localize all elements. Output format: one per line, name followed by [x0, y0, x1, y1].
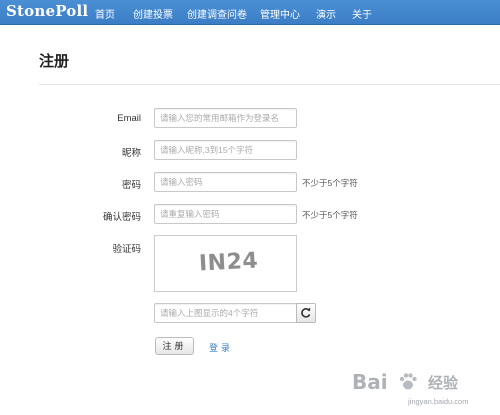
- title-divider: [39, 84, 500, 85]
- top-navbar: StonePoll 首页 创建投票 创建调查问卷 管理中心 演示 关于: [0, 0, 500, 25]
- paw-icon: [399, 373, 417, 390]
- register-submit-button[interactable]: 注册: [155, 337, 194, 355]
- baidu-jingyan-watermark: Bai 经验 jingyan.baidu.com: [352, 366, 500, 415]
- password-field[interactable]: 请输入密码: [154, 172, 297, 192]
- nickname-label: 昵称: [121, 148, 141, 159]
- page-title: 注册: [39, 53, 70, 70]
- watermark-brand: Bai: [352, 370, 388, 394]
- captcha-field[interactable]: 请输入上图显示的4个字符: [154, 303, 297, 323]
- refresh-icon: [301, 307, 311, 318]
- nav-item-home[interactable]: 首页: [95, 6, 115, 21]
- nickname-field[interactable]: 请输入昵称,3到15个字符: [154, 140, 297, 160]
- captcha-image[interactable]: IN24: [154, 235, 297, 292]
- password-hint: 不少于5个字符: [302, 178, 358, 188]
- email-field[interactable]: 请输入您的常用邮箱作为登录名: [154, 108, 297, 128]
- login-link[interactable]: 登录: [209, 341, 233, 354]
- captcha-text: IN24: [198, 248, 259, 277]
- nav-item-admin[interactable]: 管理中心: [260, 6, 300, 21]
- captcha-label: 验证码: [112, 244, 141, 255]
- nav-item-about[interactable]: 关于: [352, 6, 372, 21]
- nav-item-create-survey[interactable]: 创建调查问卷: [187, 6, 247, 21]
- nav-item-create-poll[interactable]: 创建投票: [133, 6, 173, 21]
- confirm-password-hint: 不少于5个字符: [302, 210, 358, 220]
- watermark-url: jingyan.baidu.com: [408, 397, 469, 406]
- confirm-password-field[interactable]: 请重复输入密码: [154, 204, 297, 224]
- watermark-brand-cn: 经验: [428, 375, 459, 392]
- brand-logo[interactable]: StonePoll: [6, 2, 88, 20]
- nav-item-demo[interactable]: 演示: [316, 6, 336, 21]
- email-label: Email: [117, 113, 141, 124]
- password-label: 密码: [121, 180, 141, 191]
- captcha-refresh-button[interactable]: [296, 303, 316, 323]
- confirm-password-label: 确认密码: [102, 212, 141, 223]
